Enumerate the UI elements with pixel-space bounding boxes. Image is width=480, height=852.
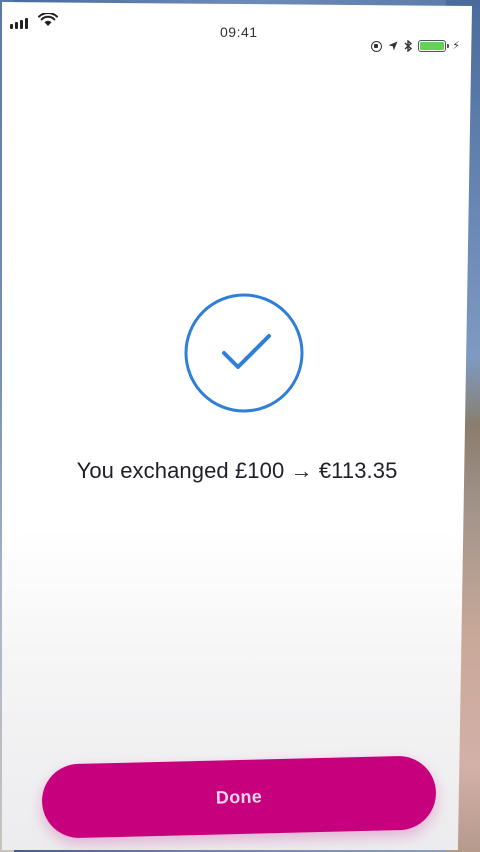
exchange-confirmation-text: You exchanged £100 → €113.35 xyxy=(76,458,398,483)
location-icon xyxy=(388,41,398,51)
bluetooth-icon xyxy=(404,40,413,52)
orientation-lock-icon xyxy=(371,40,383,52)
phone-screen: 09:41 ⚡ You exchanged £100 → €113.35 xyxy=(2,2,472,850)
success-badge xyxy=(183,292,305,414)
status-time: 09:41 xyxy=(220,24,258,40)
battery-level xyxy=(420,42,445,50)
status-bar: 09:41 ⚡ xyxy=(2,10,472,52)
battery-icon xyxy=(418,40,450,52)
status-icons: ⚡ xyxy=(371,40,460,52)
charging-bolt-icon: ⚡ xyxy=(452,39,460,52)
cellular-signal-icon xyxy=(10,18,28,29)
done-button[interactable]: Done xyxy=(41,755,437,839)
checkmark-circle-icon xyxy=(184,293,304,413)
done-button-label: Done xyxy=(215,785,263,808)
wifi-icon xyxy=(38,13,58,26)
